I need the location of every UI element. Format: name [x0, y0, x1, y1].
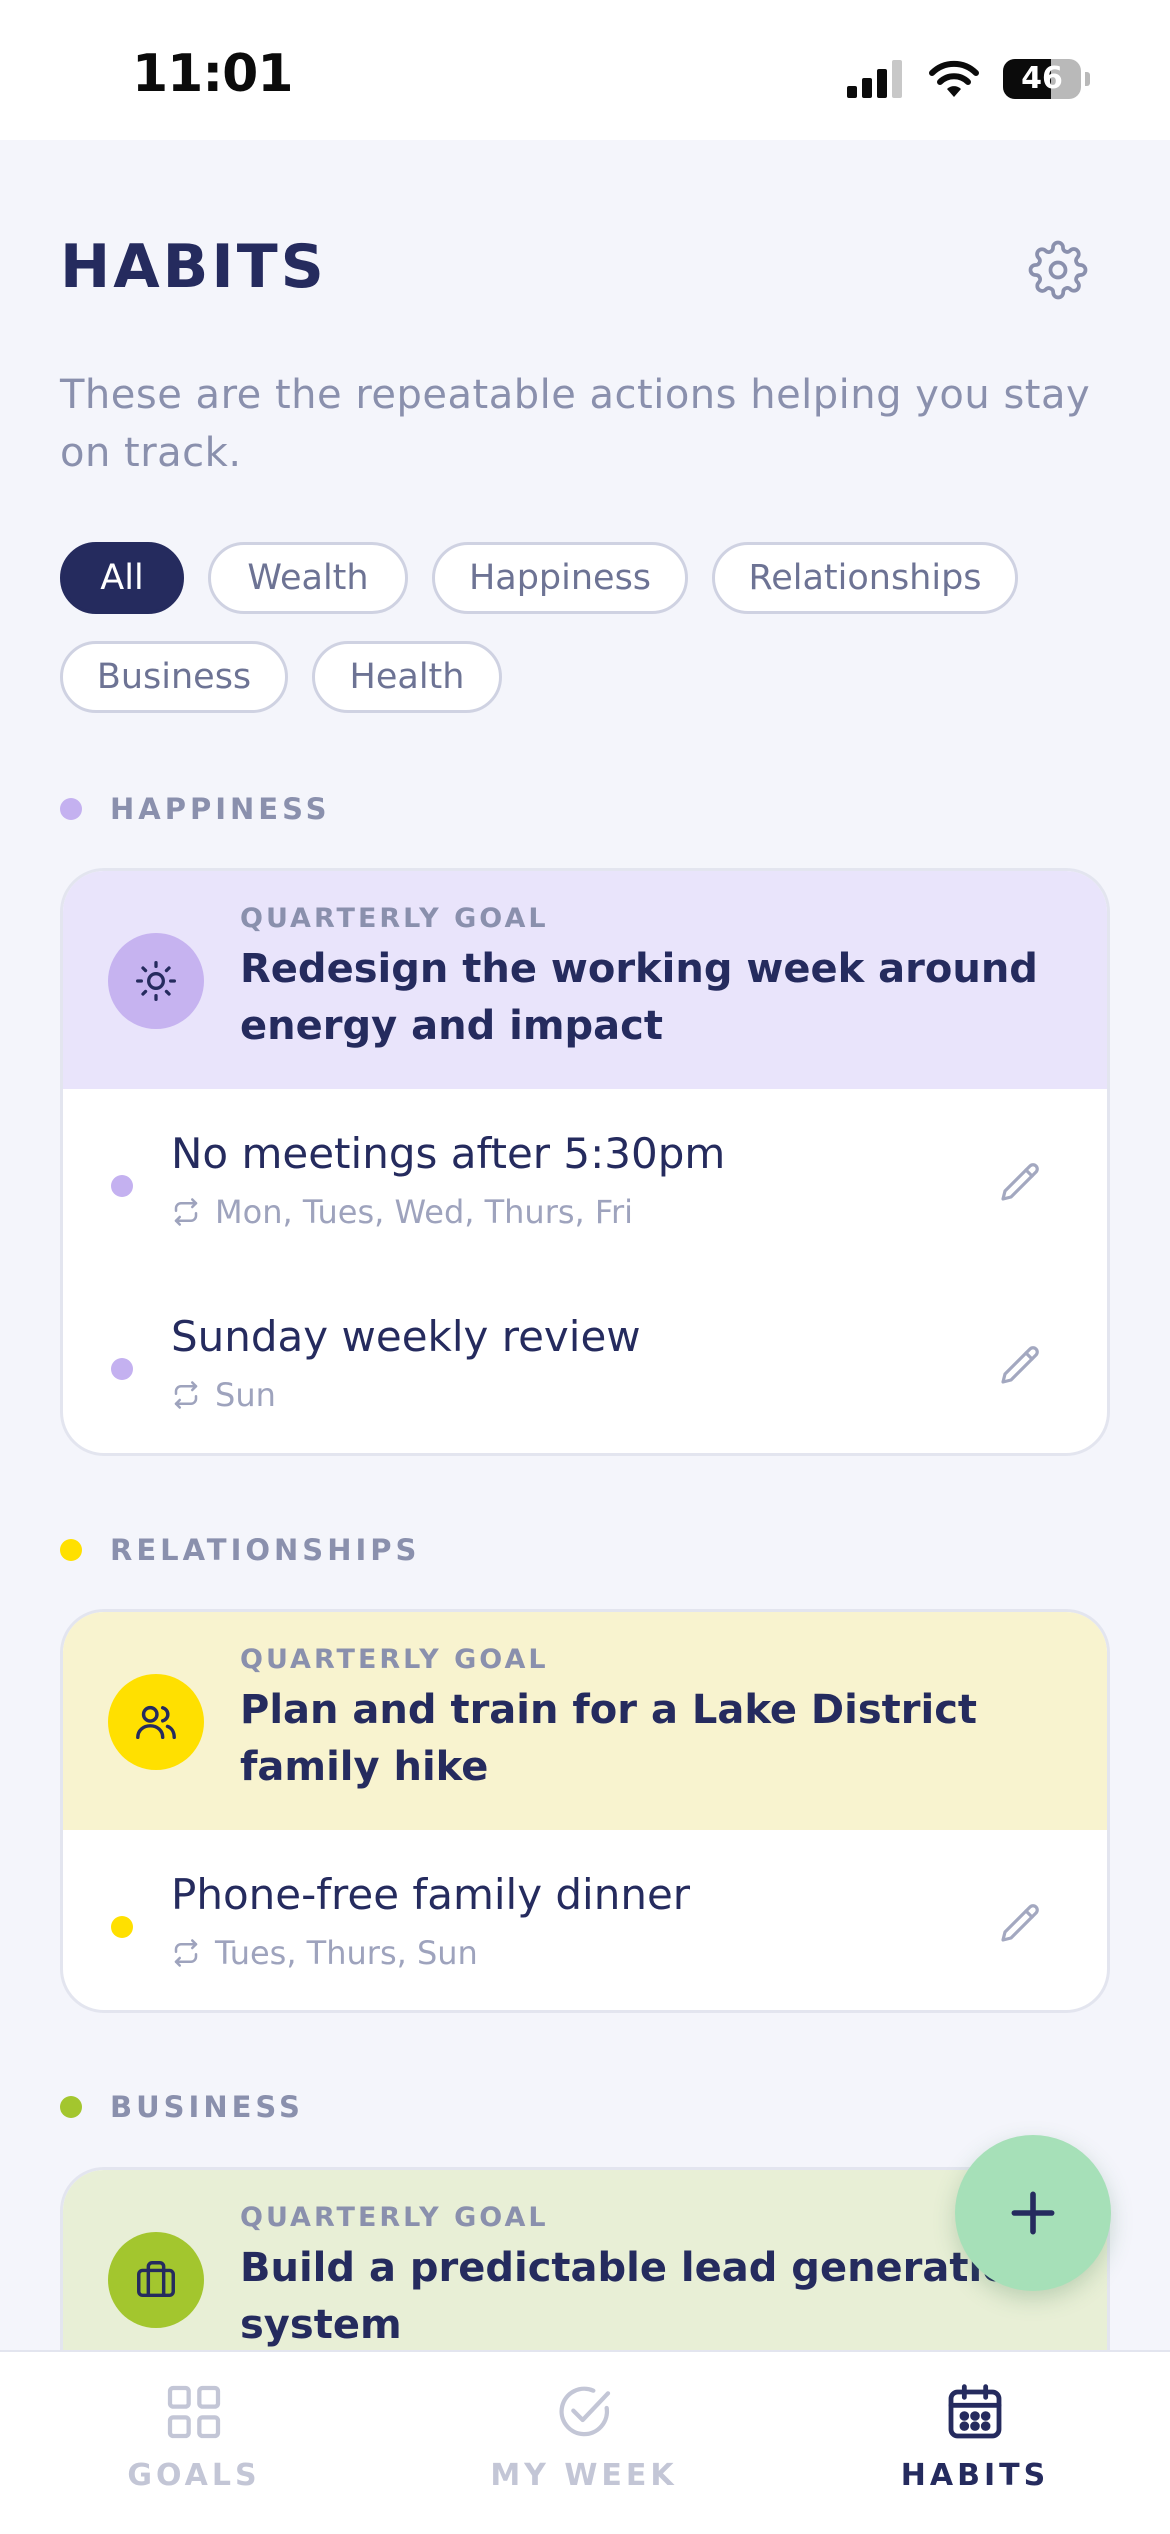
gear-icon [1028, 240, 1088, 300]
habit-name: Phone-free family dinner [171, 1870, 691, 1919]
check-circle-icon [559, 2386, 611, 2437]
goal-card-relationships: QUARTERLY GOAL Plan and train for a Lake… [60, 1609, 1110, 2013]
people-icon [136, 1705, 176, 1740]
habit-item[interactable]: No meetings after 5:30pm Mon, Tues, Wed,… [63, 1089, 1107, 1272]
edit-habit-button[interactable] [997, 1342, 1045, 1390]
battery-cap [1085, 72, 1090, 86]
status-bar: 11:01 46 [0, 0, 1170, 140]
goal-card-happiness: QUARTERLY GOAL Redesign the working week… [60, 868, 1110, 1456]
filter-chip-happiness[interactable]: Happiness [432, 542, 688, 614]
section-dot [60, 1539, 82, 1561]
goal-kicker: QUARTERLY GOAL [240, 1644, 549, 1675]
section-label-relationships: RELATIONSHIPS [60, 1533, 420, 1567]
tab-habits[interactable]: HABITS [825, 2380, 1125, 2493]
goal-title: Plan and train for a Lake District famil… [240, 1687, 978, 1790]
goal-title: Redesign the working week around energy … [240, 946, 1038, 1049]
tab-label: HABITS [900, 2458, 1050, 2493]
filter-chip-row-1: All Wealth Happiness Relationships [60, 542, 1018, 614]
wifi-icon [929, 60, 979, 97]
habit-item[interactable]: Phone-free family dinner Tues, Thurs, Su… [63, 1830, 1107, 2010]
filter-chip-wealth[interactable]: Wealth [208, 542, 408, 614]
repeat-icon [174, 1939, 198, 1967]
tab-label: MY WEEK [490, 2458, 678, 2493]
filter-chip-business[interactable]: Business [60, 641, 288, 713]
status-time: 11:01 [132, 44, 294, 104]
battery-level: 46 [1021, 61, 1063, 96]
section-dot [60, 2096, 82, 2118]
add-habit-button[interactable] [955, 2135, 1111, 2291]
habit-dot [111, 1175, 133, 1197]
settings-button[interactable] [1028, 240, 1088, 300]
grid-icon [167, 2385, 221, 2439]
goal-header[interactable]: QUARTERLY GOAL Plan and train for a Lake… [63, 1612, 1107, 1830]
habit-days: Sun [171, 1376, 276, 1414]
repeat-icon [174, 1198, 198, 1226]
calendar-icon [948, 2384, 1002, 2439]
pencil-icon [1001, 1904, 1039, 1942]
tab-goals[interactable]: GOALS [44, 2380, 344, 2493]
goal-kicker: QUARTERLY GOAL [240, 2202, 549, 2233]
goal-icon-badge [108, 2232, 204, 2328]
filter-chip-all[interactable]: All [60, 542, 184, 614]
filter-chip-row-2: Business Health [60, 641, 502, 713]
section-title: RELATIONSHIPS [110, 1533, 421, 1567]
habit-name: Sunday weekly review [171, 1312, 641, 1361]
habit-days-text: Mon, Tues, Wed, Thurs, Fri [215, 1193, 633, 1231]
goal-icon-badge [108, 1674, 204, 1770]
habit-days: Mon, Tues, Wed, Thurs, Fri [171, 1193, 633, 1231]
filter-chip-relationships[interactable]: Relationships [712, 542, 1018, 614]
goal-header[interactable]: QUARTERLY GOAL Redesign the working week… [63, 871, 1107, 1089]
edit-habit-button[interactable] [997, 1900, 1045, 1948]
page-subtitle: These are the repeatable actions helping… [60, 372, 1091, 476]
habit-days: Tues, Thurs, Sun [171, 1934, 478, 1972]
habit-dot [111, 1358, 133, 1380]
pencil-icon [1001, 1163, 1039, 1201]
tab-my-week[interactable]: MY WEEK [434, 2380, 734, 2493]
plus-icon [1011, 2191, 1055, 2235]
status-icons: 46 [847, 54, 1090, 104]
section-title: HAPPINESS [110, 792, 331, 826]
briefcase-icon [137, 2261, 175, 2298]
habit-days-text: Tues, Thurs, Sun [215, 1934, 478, 1972]
edit-habit-button[interactable] [997, 1159, 1045, 1207]
habit-dot [111, 1916, 133, 1938]
page-title: HABITS [60, 232, 327, 302]
section-dot [60, 798, 82, 820]
goal-icon-badge [108, 933, 204, 1029]
goal-kicker: QUARTERLY GOAL [240, 903, 549, 934]
tab-label: GOALS [127, 2458, 261, 2493]
habit-days-text: Sun [215, 1376, 276, 1414]
habit-item[interactable]: Sunday weekly review Sun [63, 1272, 1107, 1453]
section-label-business: BUSINESS [60, 2090, 304, 2124]
filter-chip-health[interactable]: Health [312, 641, 502, 713]
repeat-icon [174, 1381, 198, 1409]
battery-icon: 46 [1003, 59, 1081, 99]
signal-icon [847, 60, 902, 98]
section-title: BUSINESS [110, 2090, 304, 2124]
habit-name: No meetings after 5:30pm [171, 1129, 726, 1178]
bottom-tab-bar: GOALS MY WEEK HABITS [0, 2350, 1170, 2534]
section-label-happiness: HAPPINESS [60, 792, 331, 826]
pencil-icon [1001, 1346, 1039, 1384]
sun-icon [136, 961, 176, 1001]
goal-title: Build a predictable lead generation syst… [240, 2245, 1039, 2348]
